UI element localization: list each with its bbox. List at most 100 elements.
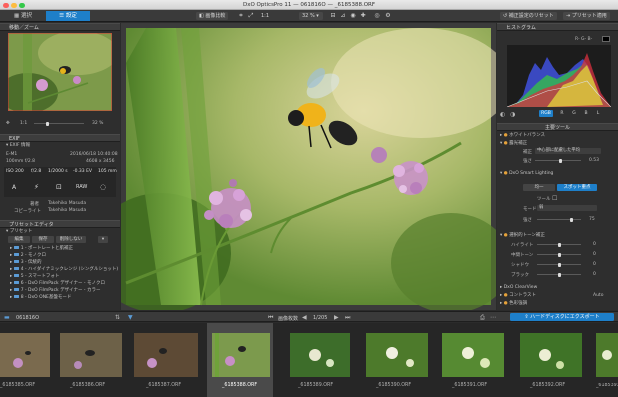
preset-delete-button[interactable]: 削除しない: [56, 236, 86, 243]
shadow-clipping-icon[interactable]: ◐: [500, 111, 505, 118]
compare-button[interactable]: ◧ 画像比較: [196, 12, 229, 20]
tab-select[interactable]: ▦ 選択: [0, 11, 46, 21]
sl-uniform-button[interactable]: 均一: [523, 184, 555, 191]
thumbnail[interactable]: [366, 333, 428, 377]
thumbnail[interactable]: [0, 333, 50, 377]
essential-tools-header[interactable]: 主要ツール: [497, 123, 618, 131]
blacks-knob[interactable]: [558, 272, 561, 277]
midtones-slider[interactable]: [537, 252, 581, 257]
thumbnail[interactable]: [596, 333, 618, 377]
histogram-l-button[interactable]: L: [593, 110, 603, 117]
shadows-slider[interactable]: [537, 262, 581, 267]
thumbnail[interactable]: [212, 333, 270, 377]
blacks-slider[interactable]: [537, 272, 581, 277]
histogram-rgb-button[interactable]: RGB: [539, 110, 553, 117]
straighten-icon[interactable]: ⊟: [329, 12, 337, 20]
close-window-button[interactable]: [3, 2, 9, 8]
navigator-preview[interactable]: [0, 31, 118, 113]
shadows-knob[interactable]: [558, 262, 561, 267]
mode-select[interactable]: 弱: [537, 205, 597, 211]
histogram-header[interactable]: ヒストグラム: [497, 23, 618, 31]
navigator-zoom-knob[interactable]: [46, 121, 49, 126]
minimize-window-button[interactable]: [11, 2, 17, 8]
left-panel: 移動／ズーム ✥ 1:1 32 % EXIF ▾ EXIF 情報 E-M1 20…: [0, 23, 120, 310]
preset-item[interactable]: ▸ 8 - DxO ONE基盤モード: [10, 294, 71, 301]
clearview-row[interactable]: ▸ DxO ClearView: [500, 284, 537, 291]
exposure-row[interactable]: ▾ ● 露光補正: [500, 140, 527, 147]
highlight-clipping-icon[interactable]: ◑: [510, 111, 515, 118]
strength-knob[interactable]: [570, 217, 573, 222]
export-button[interactable]: ⇪ ハードディスクにエクスポート: [510, 313, 614, 321]
tone-label: 選択的トーン補正: [509, 233, 545, 238]
main-toolbar: ▦ 選択 ☰ 設定 ◧ 画像比較 ⌗ ⤢ 1:1 32 % ▾ ⊟ ⊿ ◉ ✚ …: [0, 10, 618, 22]
folder-icon[interactable]: ▬: [4, 314, 10, 321]
preset-edit-button[interactable]: 編集: [8, 236, 30, 243]
tone-row[interactable]: ▾ ● 選択的トーン補正: [500, 232, 545, 239]
highlights-knob[interactable]: [558, 242, 561, 247]
navigator-zoom-slider[interactable]: [34, 121, 84, 126]
preset-item[interactable]: ▸ 4 - ハイダイナミックレンジ (シングルショット): [10, 266, 118, 273]
histogram-g-button[interactable]: G: [569, 110, 579, 117]
white-balance-row[interactable]: ▸ ● ホワイトバランス: [500, 132, 545, 139]
last-image-icon[interactable]: ⏭: [345, 314, 350, 322]
thumbnail[interactable]: [134, 333, 198, 377]
prev-image-icon[interactable]: ◀: [302, 314, 307, 321]
main-photo: [121, 28, 496, 310]
midtones-knob[interactable]: [558, 252, 561, 257]
histogram-r-button[interactable]: R: [557, 110, 567, 117]
exif-header[interactable]: EXIF: [0, 134, 120, 142]
highlights-slider[interactable]: [537, 242, 581, 247]
settings-icon[interactable]: ⚙: [384, 12, 392, 20]
image-viewer[interactable]: [121, 23, 496, 310]
preset-save-button[interactable]: 保存: [32, 236, 54, 243]
image-count-label: 画像枚数: [278, 315, 299, 322]
preset-item[interactable]: ▸ 6 - DxO FilmPack デザイナー - モノクロ: [10, 280, 105, 287]
reset-corrections-button[interactable]: ↺ 補正設定のリセット: [500, 12, 557, 20]
sort-icon[interactable]: ⇅: [115, 314, 120, 321]
navigator-header[interactable]: 移動／ズーム: [0, 23, 120, 31]
thumbnail[interactable]: [290, 333, 350, 377]
face-select-icon[interactable]: ☐: [552, 195, 557, 202]
eye-icon[interactable]: ◎: [373, 12, 381, 20]
smart-lighting-row[interactable]: ▾ ● DxO Smart Lighting: [500, 170, 553, 177]
tab-customize[interactable]: ☰ 設定: [46, 11, 90, 21]
exif-info-label: ▾ EXIF 情報: [6, 143, 30, 148]
preset-item[interactable]: ▸ 3 - 伝統的: [10, 259, 42, 266]
apply-preset-button[interactable]: ⇥ プリセット適用: [563, 12, 610, 20]
zoom-level-select[interactable]: 32 % ▾: [299, 12, 323, 20]
repair-icon[interactable]: ✚: [359, 12, 367, 20]
strength-slider[interactable]: [537, 217, 581, 222]
sl-spot-button[interactable]: スポット重点: [557, 184, 597, 191]
preset-item[interactable]: ▸ 5 - スマートフォト: [10, 273, 59, 280]
preset-item[interactable]: ▸ 7 - DxO FilmPack デザイナー - カラー: [10, 287, 100, 294]
intensity-slider[interactable]: [535, 158, 581, 163]
correction-select[interactable]: 中心部に配慮した平均: [535, 148, 601, 154]
zoom-fit-icon[interactable]: ✥: [6, 121, 10, 126]
contrast-row[interactable]: ▸ ● コントラスト: [500, 292, 536, 299]
preset-item-label: 7 - DxO FilmPack デザイナー - カラー: [20, 288, 101, 293]
thumbnail[interactable]: [520, 333, 582, 377]
preset-item[interactable]: ▸ 2 - モノクロ: [10, 252, 46, 259]
filter-icon[interactable]: ▼: [128, 314, 133, 321]
fit-icon[interactable]: ⤢: [247, 12, 255, 20]
red-eye-icon[interactable]: ◉: [349, 12, 357, 20]
preset-editor-header[interactable]: プリセットエディタ: [0, 220, 120, 228]
crop-icon[interactable]: ⌗: [237, 12, 245, 20]
color-row[interactable]: ▸ ● 色彩強調: [500, 300, 527, 307]
more-icon[interactable]: ⋯: [490, 314, 496, 321]
zoom-1to1-button[interactable]: 1:1: [258, 12, 272, 20]
navigator-zoom-fit[interactable]: 1:1: [20, 121, 27, 126]
zoom-window-button[interactable]: [19, 2, 25, 8]
preset-item[interactable]: ▸ 1 - ポートレートと肌補正: [10, 245, 73, 252]
histogram-b-button[interactable]: B: [581, 110, 591, 117]
thumbnail[interactable]: [442, 333, 504, 377]
print-icon[interactable]: ⎙: [480, 314, 485, 322]
horizon-icon[interactable]: ⊿: [339, 12, 347, 20]
intensity-knob[interactable]: [559, 158, 562, 163]
next-image-icon[interactable]: ▶: [334, 314, 339, 321]
preset-menu-button[interactable]: ▾: [98, 236, 108, 243]
thumbnail[interactable]: [60, 333, 122, 377]
first-image-icon[interactable]: ⏮: [268, 314, 273, 322]
preset-item-label: 5 - スマートフォト: [20, 274, 60, 279]
metering-icon: ⊡: [56, 183, 62, 191]
